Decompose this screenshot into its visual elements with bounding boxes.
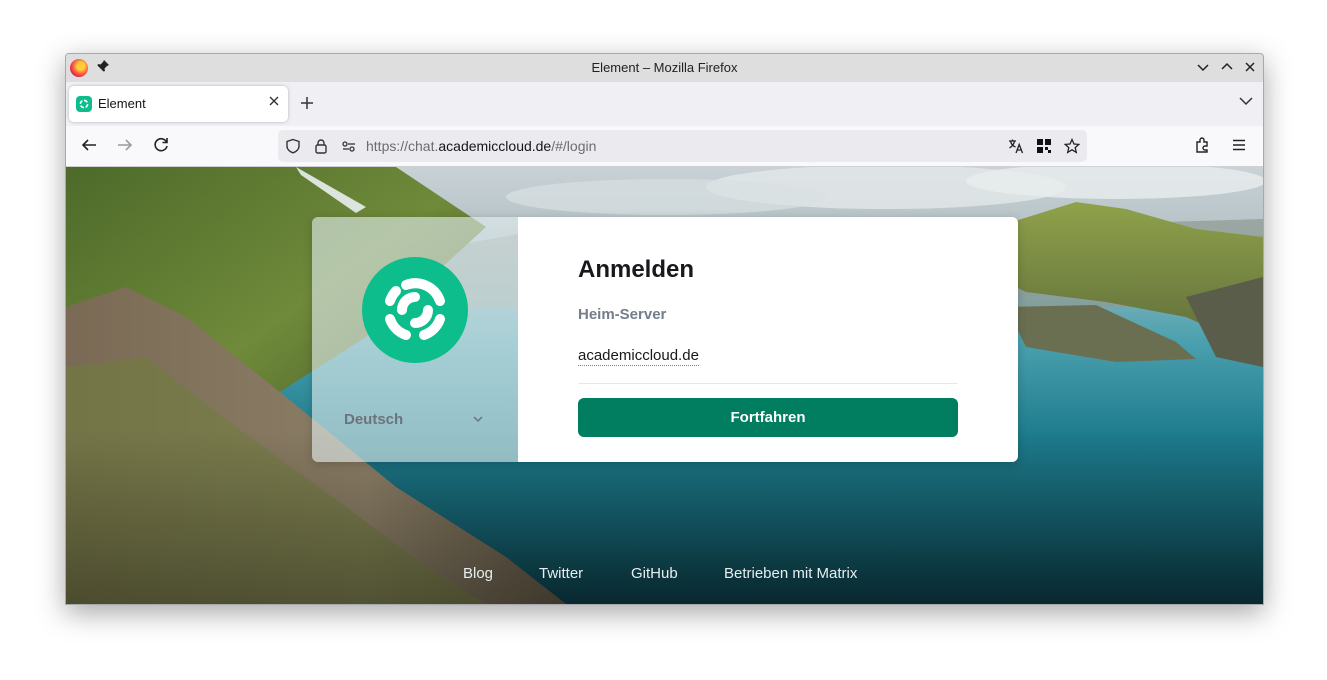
menu-icon [1233,139,1245,151]
tab-close-button[interactable] [268,94,280,112]
url-domain: academiccloud.de [438,138,552,154]
reload-button[interactable] [152,136,172,156]
lock-icon[interactable] [313,138,329,154]
menu-button[interactable] [1230,136,1250,156]
new-tab-button[interactable] [300,92,314,114]
translate-icon[interactable] [1008,138,1024,154]
page-title: Anmelden [578,256,695,283]
tab-element[interactable]: Element [69,86,288,122]
chevron-down-icon [1239,97,1253,106]
shield-icon[interactable] [285,138,301,154]
browser-window: Element – Mozilla Firefox Element https:… [65,53,1264,605]
back-icon [81,139,96,151]
extensions-icon [1196,137,1208,153]
homeserver-value[interactable]: academiccloud.de [578,347,699,366]
chevron-down-icon[interactable] [472,413,484,425]
back-button[interactable] [80,136,100,156]
element-favicon-icon [76,96,92,112]
tab-bar: Element [66,82,1263,126]
footer-link-blog[interactable]: Blog [463,565,493,582]
qr-code-icon[interactable] [1036,138,1052,154]
chevron-down-icon [1197,64,1209,72]
chevron-up-icon [1221,62,1233,70]
footer-link-matrix[interactable]: Betrieben mit Matrix [724,565,857,582]
close-icon [269,96,279,106]
list-all-tabs-button[interactable] [1239,94,1253,113]
login-card: Deutsch Anmelden Heim-Server academicclo… [312,217,1018,462]
plus-icon [301,97,313,109]
language-selector[interactable]: Deutsch [344,411,403,428]
login-form: Anmelden Heim-Server academiccloud.de Fo… [518,217,1018,462]
star-icon[interactable] [1064,138,1080,154]
footer-link-twitter[interactable]: Twitter [539,565,583,582]
window-title: Element – Mozilla Firefox [591,60,738,75]
extensions-button[interactable] [1194,136,1214,156]
permissions-icon[interactable] [341,138,357,154]
forward-icon [118,139,133,151]
continue-button[interactable]: Fortfahren [578,398,958,437]
tab-title: Element [98,96,146,111]
divider [578,383,958,384]
maximize-button[interactable] [1217,58,1237,78]
url-prefix: https://chat. [366,138,439,154]
homeserver-label: Heim-Server [578,306,667,323]
close-icon [1245,62,1255,72]
forward-button[interactable] [116,136,136,156]
url-text[interactable]: https://chat.academiccloud.de/#/login [366,138,596,154]
card-branding-panel: Deutsch [312,217,518,462]
title-bar: Element – Mozilla Firefox [66,54,1263,83]
footer-link-github[interactable]: GitHub [631,565,678,582]
minimize-button[interactable] [1193,58,1213,78]
navigation-bar: https://chat.academiccloud.de/#/login [66,126,1263,167]
url-suffix: /#/login [551,138,597,154]
url-bar[interactable]: https://chat.academiccloud.de/#/login [278,130,1087,162]
element-logo-icon [362,257,468,363]
page-content: Deutsch Anmelden Heim-Server academicclo… [66,167,1263,604]
reload-icon [154,137,168,152]
close-window-button[interactable] [1240,58,1260,78]
